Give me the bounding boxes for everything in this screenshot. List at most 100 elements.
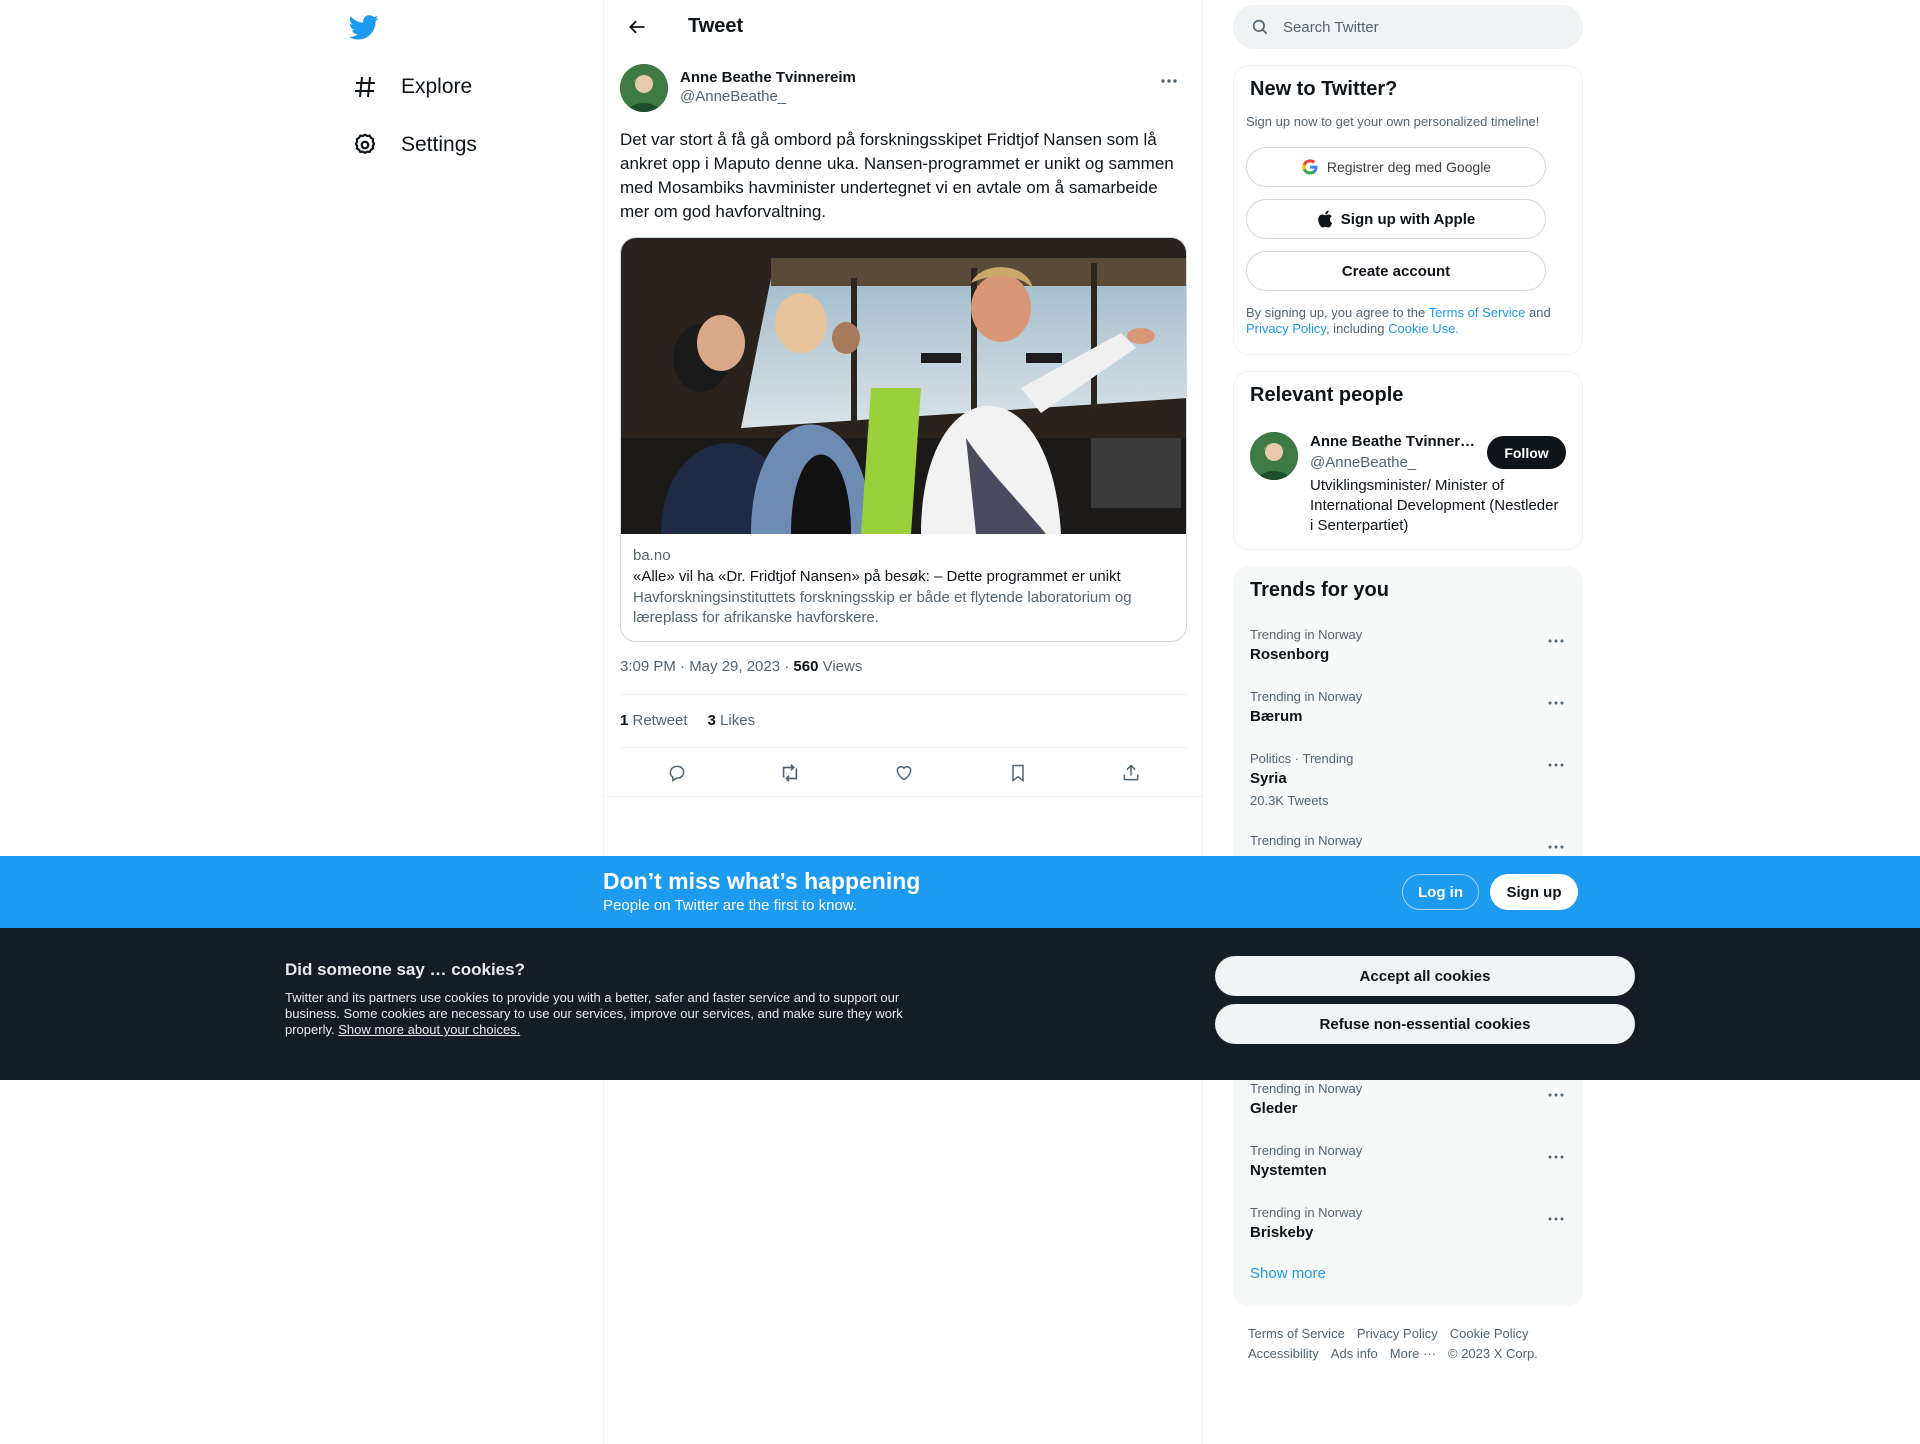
person-bio: Utviklingsminister/ Minister of Internat… <box>1310 477 1559 534</box>
trend-name: Bærum <box>1250 708 1303 725</box>
trend-item[interactable]: Trending in Norway <box>1234 833 1584 852</box>
footer-privacy-link[interactable]: Privacy Policy <box>1357 1324 1438 1344</box>
more-dots-icon[interactable] <box>1542 1205 1570 1233</box>
create-account-label: Create account <box>1341 262 1451 280</box>
card-title: «Alle» vil ha «Dr. Fridtjof Nansen» på b… <box>633 568 1121 585</box>
more-dots-icon[interactable] <box>1542 1143 1570 1171</box>
trend-category: Politics · Trending <box>1250 751 1354 766</box>
author-name[interactable]: Anne Beathe Tvinnereim <box>680 69 856 86</box>
trend-name: Rosenborg <box>1250 646 1330 663</box>
apple-icon <box>1318 210 1332 228</box>
trend-category: Trending in Norway <box>1250 1143 1363 1158</box>
back-button[interactable] <box>620 10 654 44</box>
cookie-use-link[interactable]: Cookie Use. <box>1388 321 1459 336</box>
retweets-stat[interactable]: 1 Retweet <box>620 712 688 729</box>
footer-cookie-link[interactable]: Cookie Policy <box>1450 1324 1529 1344</box>
card-image <box>621 238 1186 534</box>
panel-title: Trends for you <box>1250 579 1389 601</box>
heart-icon <box>896 766 912 781</box>
divider <box>604 796 1204 797</box>
search-input[interactable] <box>1283 18 1543 36</box>
more-dots-icon[interactable] <box>1542 751 1570 779</box>
trend-item[interactable]: Trending in Norway Rosenborg <box>1234 627 1584 663</box>
retweet-icon <box>783 764 798 782</box>
show-more-link[interactable]: Show more <box>1250 1265 1326 1282</box>
trend-category: Trending in Norway <box>1250 689 1363 704</box>
trend-item[interactable]: Trending in Norway Nystemten <box>1234 1143 1584 1179</box>
more-dots-icon[interactable] <box>1542 627 1570 655</box>
reply-button[interactable] <box>660 756 694 790</box>
divider <box>620 747 1188 748</box>
create-account-button[interactable]: Create account <box>1246 251 1546 291</box>
tweet-timestamp[interactable]: 3:09 PM · May 29, 2023 · <box>620 658 793 675</box>
trend-item[interactable]: Politics · Trending Syria 20.3K Tweets <box>1234 751 1584 808</box>
likes-count: 3 <box>707 712 716 729</box>
trend-item[interactable]: Trending in Norway Gleder <box>1234 1081 1584 1117</box>
cookie-banner: Did someone say … cookies? Twitter and i… <box>0 928 1920 1080</box>
apple-signup-label: Sign up with Apple <box>1340 210 1476 228</box>
share-button[interactable] <box>1114 756 1148 790</box>
more-dots-icon[interactable] <box>1542 1081 1570 1109</box>
views-label: Views <box>818 658 863 675</box>
like-button[interactable] <box>887 756 921 790</box>
hashtag-icon <box>351 73 379 101</box>
nav-explore[interactable]: Explore <box>343 63 480 111</box>
login-button[interactable]: Log in <box>1402 874 1479 910</box>
footer-terms-link[interactable]: Terms of Service <box>1248 1324 1345 1344</box>
trend-category: Trending in Norway <box>1250 627 1363 642</box>
cookie-title: Did someone say … cookies? <box>285 960 525 979</box>
twitter-bird-icon[interactable] <box>347 12 381 42</box>
google-signup-button[interactable]: Registrer deg med Google <box>1246 147 1546 187</box>
signup-button[interactable]: Sign up <box>1490 874 1578 910</box>
relevant-people-panel: Relevant people Anne Beathe Tvinnereim @… <box>1233 371 1583 550</box>
footer-accessibility-link[interactable]: Accessibility <box>1248 1344 1319 1364</box>
main-column: Tweet Anne Beathe Tvinnereim @AnneBeathe… <box>603 0 1204 1444</box>
bookmark-button[interactable] <box>1001 756 1035 790</box>
avatar[interactable] <box>1250 432 1298 480</box>
refuse-cookies-button[interactable]: Refuse non-essential cookies <box>1215 1004 1635 1044</box>
retweet-button[interactable] <box>773 756 807 790</box>
trend-count: 20.3K Tweets <box>1250 793 1329 808</box>
cookie-choices-link[interactable]: Show more about your choices. <box>338 1022 520 1037</box>
legal-text: By signing up, you agree to the <box>1246 305 1429 320</box>
arrow-left-icon <box>629 20 645 33</box>
nav-settings[interactable]: Settings <box>343 121 485 169</box>
trend-category: Trending in Norway <box>1250 833 1363 848</box>
panel-title: New to Twitter? <box>1250 78 1398 100</box>
accept-cookies-button[interactable]: Accept all cookies <box>1215 956 1635 996</box>
signup-legal: By signing up, you agree to the Terms of… <box>1246 305 1576 337</box>
more-dots-icon[interactable] <box>1542 689 1570 717</box>
footer-links: Terms of Service Privacy Policy Cookie Pol… <box>1248 1324 1578 1364</box>
trend-item[interactable]: Trending in Norway Bærum <box>1234 689 1584 725</box>
page-title: Tweet <box>688 15 744 37</box>
search-bar[interactable] <box>1233 5 1583 49</box>
follow-button[interactable]: Follow <box>1487 436 1566 469</box>
card-body: ba.no «Alle» vil ha «Dr. Fridtjof Nansen… <box>621 534 1186 640</box>
trend-item[interactable]: Trending in Norway Briskeby <box>1234 1205 1584 1241</box>
privacy-link[interactable]: Privacy Policy <box>1246 321 1326 336</box>
link-card[interactable]: ba.no «Alle» vil ha «Dr. Fridtjof Nansen… <box>620 237 1187 642</box>
avatar[interactable] <box>620 64 668 112</box>
google-signup-label: Registrer deg med Google <box>1326 159 1492 175</box>
search-icon <box>1252 19 1268 35</box>
new-to-twitter-panel: New to Twitter? Sign up now to get your … <box>1233 65 1583 355</box>
likes-stat[interactable]: 3 Likes <box>708 712 756 729</box>
more-options-button[interactable] <box>1154 66 1184 96</box>
card-description: Havforskningsinstituttets forskningsskip… <box>633 589 1132 626</box>
views-count: 560 <box>793 658 819 675</box>
tweet-author: Anne Beathe Tvinnereim @AnneBeathe_ <box>620 64 1188 114</box>
likes-label: Likes <box>715 712 756 729</box>
person-name[interactable]: Anne Beathe Tvinnereim <box>1310 433 1480 450</box>
trend-category: Trending in Norway <box>1250 1205 1363 1220</box>
reply-icon <box>669 765 685 782</box>
card-domain: ba.no <box>633 547 671 564</box>
author-handle[interactable]: @AnneBeathe_ <box>680 88 786 105</box>
tweet-meta: 3:09 PM · May 29, 2023 · 560 Views <box>620 658 862 675</box>
banner-subtitle: People on Twitter are the first to know. <box>603 897 858 914</box>
footer-ads-link[interactable]: Ads info <box>1331 1344 1378 1364</box>
apple-signup-button[interactable]: Sign up with Apple <box>1246 199 1546 239</box>
terms-link[interactable]: Terms of Service <box>1429 305 1526 320</box>
panel-title: Relevant people <box>1250 384 1404 406</box>
footer-more-link[interactable]: More ··· <box>1390 1344 1436 1364</box>
person-handle[interactable]: @AnneBeathe_ <box>1310 454 1416 471</box>
